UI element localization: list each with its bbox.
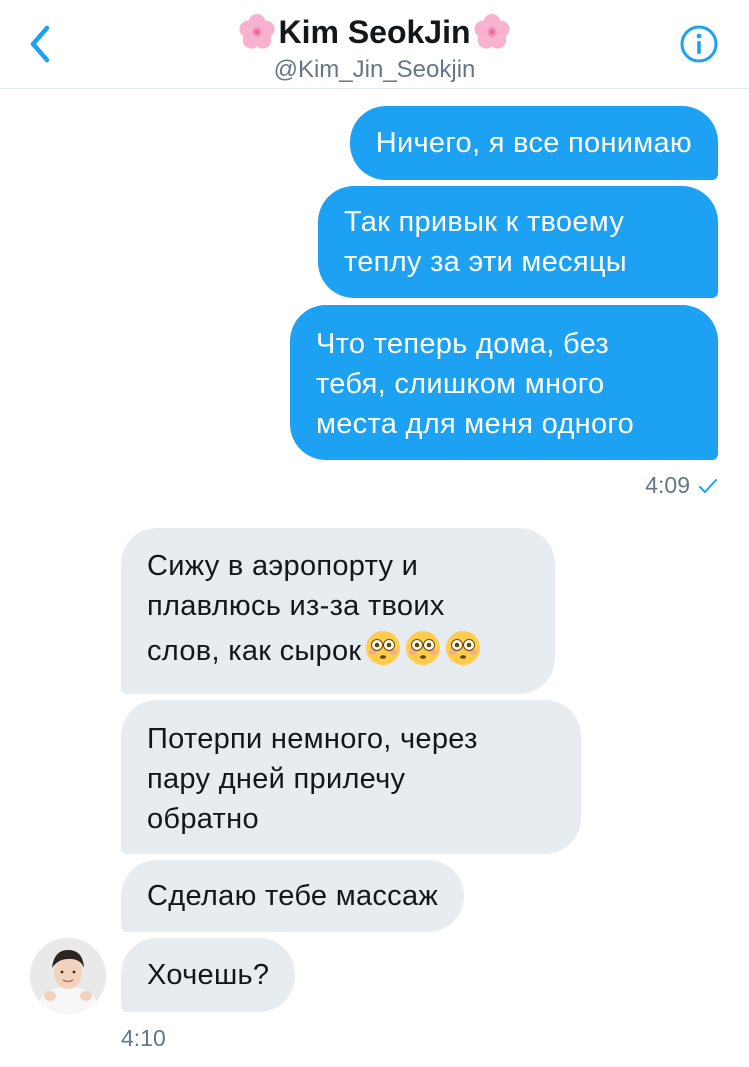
incoming-message[interactable]: Сижу в аэропорту и плавлюсь из-за твоих … <box>121 528 555 694</box>
message-text-line: Сделаю тебе массаж <box>147 880 439 912</box>
conversation-title[interactable]: Kim SeokJin @Kim_Jin_Seokjin <box>0 12 749 84</box>
message-text-line: обратно <box>147 803 259 835</box>
incoming-message[interactable]: Хочешь? <box>121 938 296 1012</box>
dm-conversation-screen: Kim SeokJin @Kim_Jin_Seokjin Ничего, я в… <box>0 0 749 1067</box>
message-text-line: пару дней прилечу <box>147 763 406 795</box>
incoming-message[interactable]: Сделаю тебе массаж <box>121 860 465 932</box>
contact-handle: @Kim_Jin_Seokjin <box>273 56 476 83</box>
avatar-photo <box>30 938 106 1014</box>
flushed-face-icon <box>366 631 401 665</box>
message-text-line: Потерпи немного, через <box>147 723 478 755</box>
flushed-face-icon <box>446 631 481 665</box>
conversation-header: Kim SeokJin @Kim_Jin_Seokjin <box>0 0 749 89</box>
cherry-blossom-icon <box>239 13 276 49</box>
message-timestamp: 4:10 <box>121 1025 166 1051</box>
flushed-face-icon <box>406 631 441 665</box>
message-text-line: места для меня одного <box>316 408 635 440</box>
message-text-line: плавлюсь из-за твоих <box>147 590 445 622</box>
contact-avatar[interactable] <box>30 938 106 1014</box>
conversation-info-button[interactable] <box>679 24 719 64</box>
checkmark-icon <box>699 478 717 493</box>
message-text-line: Что теперь дома, без <box>316 328 609 360</box>
message-text-line: Ничего, я все понимаю <box>375 127 692 159</box>
outgoing-message[interactable]: Ничего, я все понимаю <box>349 106 718 180</box>
outgoing-timestamp-row: 4:09 <box>645 472 718 499</box>
outgoing-message[interactable]: Так привык к твоему теплу за эти месяцы <box>318 186 718 298</box>
message-text-line: тебя, слишком много <box>316 368 605 400</box>
message-text-line: Сижу в аэропорту и <box>147 550 419 582</box>
message-text-line: Хочешь? <box>147 959 270 991</box>
message-timestamp: 4:09 <box>645 472 690 498</box>
message-text-line: Так привык к твоему <box>344 206 625 238</box>
incoming-message[interactable]: Потерпи немного, через пару дней прилечу… <box>121 700 581 854</box>
message-text-line: слов, как сырок <box>147 635 362 667</box>
info-icon <box>680 25 718 63</box>
contact-name: Kim SeokJin <box>278 14 471 50</box>
cherry-blossom-icon <box>473 13 510 49</box>
message-text-line: теплу за эти месяцы <box>344 246 627 278</box>
outgoing-message[interactable]: Что теперь дома, без тебя, слишком много… <box>290 305 718 460</box>
